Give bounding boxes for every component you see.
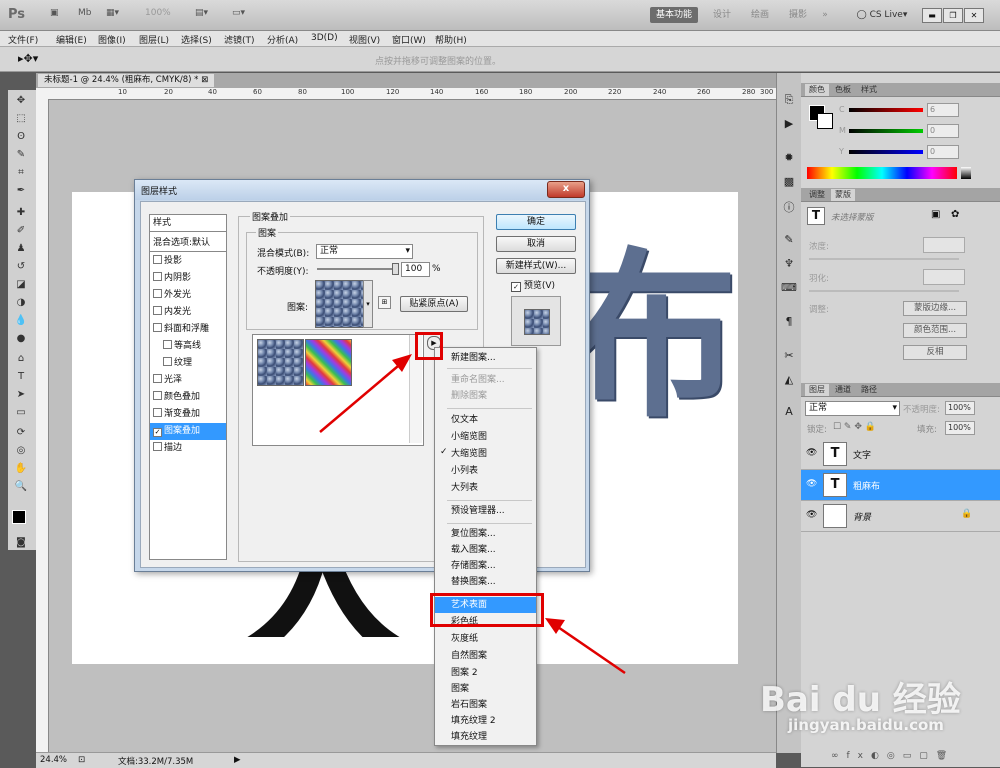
annotation-arrows [319,354,626,675]
baidu-jingyan-watermark: Bai du 经验 [760,680,961,720]
watermark-url: jingyan.baidu.com [788,716,944,734]
annotation-arrow-line [319,360,405,433]
annotation-arrow-line [554,623,626,675]
annotation-arrow-head [545,618,565,634]
